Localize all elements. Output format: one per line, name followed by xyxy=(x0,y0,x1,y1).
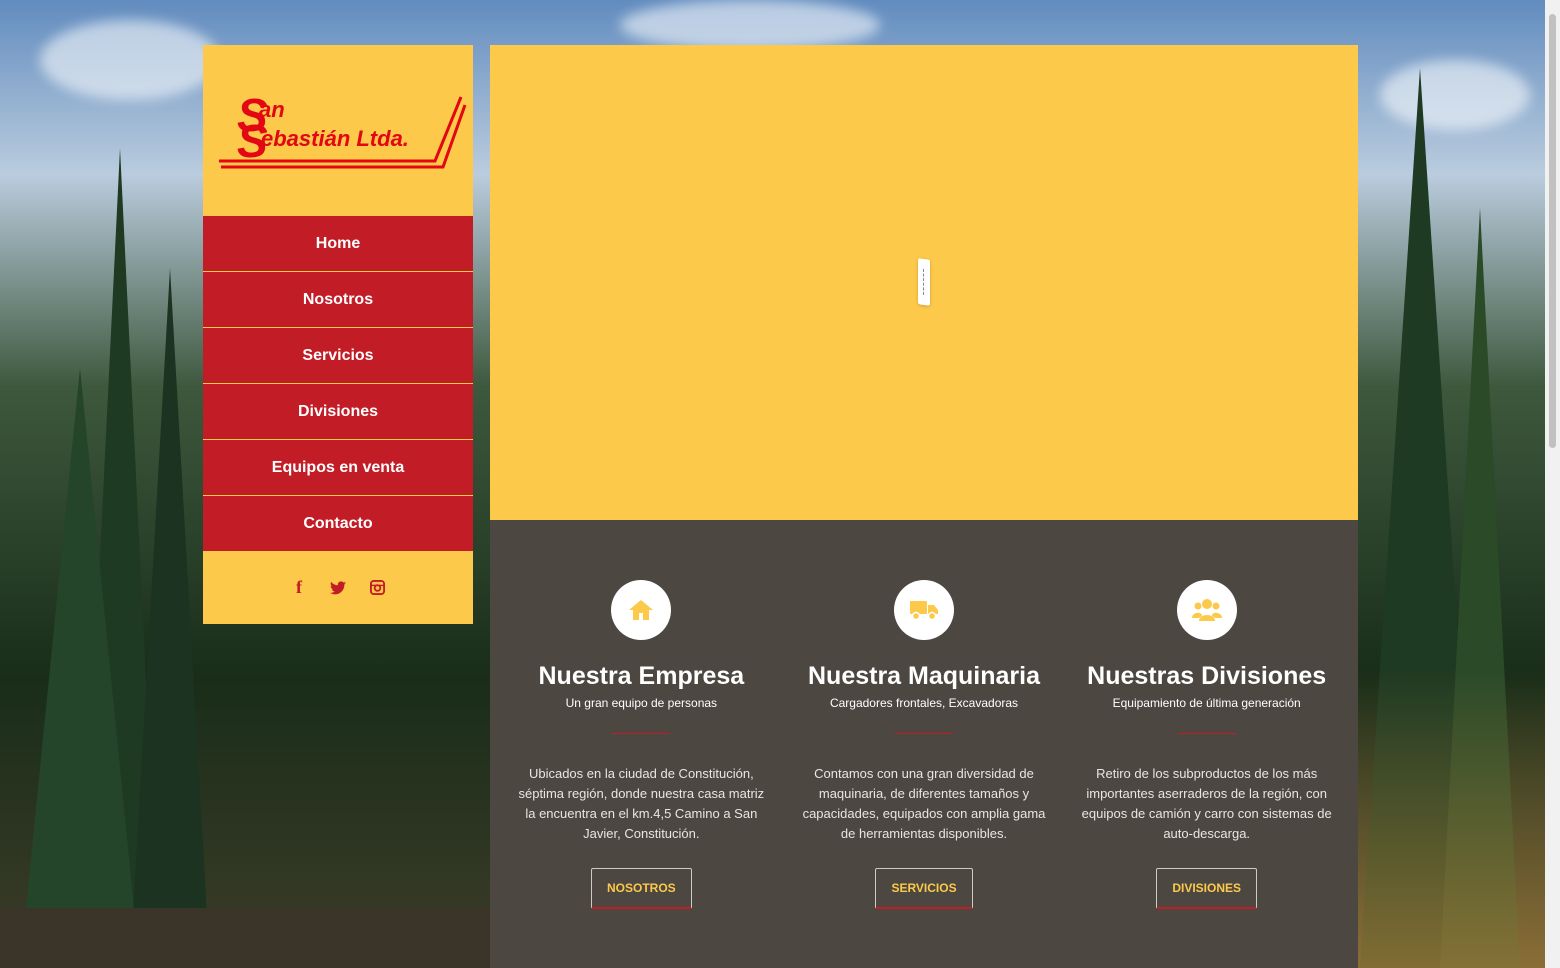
main-content: Nuestra Empresa Un gran equipo de person… xyxy=(490,45,1358,968)
scrollbar-thumb[interactable] xyxy=(1549,14,1556,448)
slider-handle[interactable] xyxy=(918,258,930,306)
main-nav: Home Nosotros Servicios Divisiones Equip… xyxy=(203,216,473,551)
feature-title: Nuestras Divisiones xyxy=(1087,662,1327,690)
divisiones-button[interactable]: DIVISIONES xyxy=(1156,868,1258,909)
logo[interactable]: S an S ebastián Ltda. xyxy=(203,45,473,216)
nav-home[interactable]: Home xyxy=(203,216,473,272)
feature-title: Nuestra Empresa xyxy=(538,662,745,690)
social-links: f xyxy=(203,551,473,624)
divider xyxy=(895,733,953,734)
divider xyxy=(1177,733,1236,734)
feature-title: Nuestra Maquinaria xyxy=(808,662,1041,690)
feature-empresa: Nuestra Empresa Un gran equipo de person… xyxy=(500,520,783,968)
hero-slider xyxy=(490,45,1358,520)
feature-subtitle: Un gran equipo de personas xyxy=(565,696,718,710)
nav-servicios[interactable]: Servicios xyxy=(203,328,473,384)
servicios-button[interactable]: SERVICIOS xyxy=(875,868,973,909)
nosotros-button[interactable]: NOSOTROS xyxy=(591,868,692,909)
feature-maquinaria: Nuestra Maquinaria Cargadores frontales,… xyxy=(783,520,1066,968)
page-scrollbar[interactable] xyxy=(1545,0,1560,968)
truck-icon xyxy=(894,580,954,640)
san-sebastian-logo: S an S ebastián Ltda. xyxy=(219,91,467,169)
twitter-icon[interactable] xyxy=(330,579,347,596)
svg-text:ebastián Ltda.: ebastián Ltda. xyxy=(261,126,409,151)
sidebar: S an S ebastián Ltda. Home Nosotros Serv… xyxy=(203,45,473,624)
feature-text: Contamos con una gran diversidad de maqu… xyxy=(802,766,1046,841)
feature-text: Ubicados en la ciudad de Constitución, s… xyxy=(518,766,765,841)
nav-equipos-en-venta[interactable]: Equipos en venta xyxy=(203,440,473,496)
feature-subtitle: Equipamiento de última generación xyxy=(1112,696,1301,710)
facebook-icon[interactable]: f xyxy=(291,577,308,597)
home-icon xyxy=(611,580,672,640)
feature-subtitle: Cargadores frontales, Excavadoras xyxy=(829,696,1019,710)
features-section: Nuestra Empresa Un gran equipo de person… xyxy=(490,520,1358,968)
feature-text: Retiro de los subproductos de los más im… xyxy=(1081,766,1332,841)
feature-divisiones: Nuestras Divisiones Equipamiento de últi… xyxy=(1065,520,1348,968)
instagram-icon[interactable] xyxy=(369,579,386,596)
users-icon xyxy=(1176,580,1237,640)
nav-nosotros[interactable]: Nosotros xyxy=(203,272,473,328)
nav-divisiones[interactable]: Divisiones xyxy=(203,384,473,440)
nav-contacto[interactable]: Contacto xyxy=(203,496,473,551)
divider xyxy=(612,733,671,734)
